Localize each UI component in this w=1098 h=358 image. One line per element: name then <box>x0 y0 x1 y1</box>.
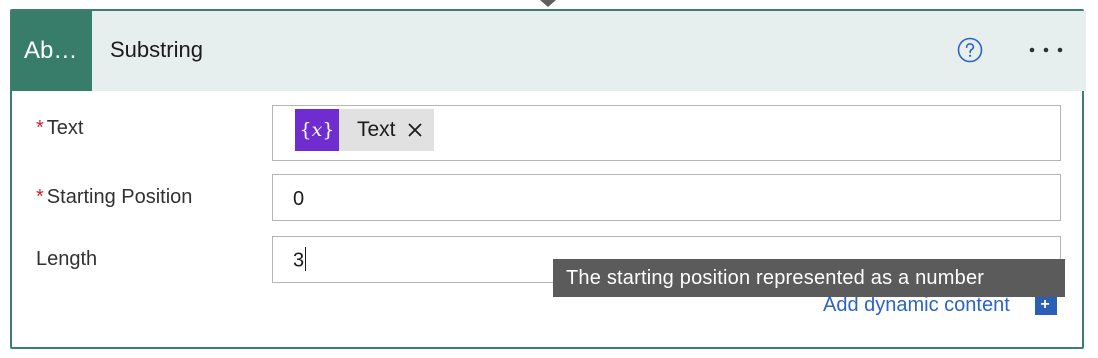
token-label: Text <box>357 118 396 141</box>
variable-icon: {𝑥} <box>295 109 339 151</box>
text-input[interactable]: {𝑥} Text <box>272 105 1061 161</box>
required-mark: * <box>36 186 44 208</box>
starting-position-input[interactable]: 0 <box>272 174 1061 221</box>
length-value-wrapper: 3 <box>293 247 307 273</box>
length-value: 3 <box>293 249 305 272</box>
length-label: Length <box>36 248 98 270</box>
text-field-label: * Text <box>36 117 83 140</box>
card-header[interactable]: Ab… Substring <box>12 11 1086 91</box>
starting-position-value: 0 <box>293 188 305 210</box>
text-label: Text <box>46 117 84 139</box>
tooltip: The starting position represented as a n… <box>553 259 1065 297</box>
starting-position-field-label: * Starting Position <box>36 186 192 209</box>
action-icon: Ab… <box>12 11 92 91</box>
action-title[interactable]: Substring <box>110 37 203 63</box>
more-horizontal-icon[interactable] <box>1026 42 1066 58</box>
starting-position-label: Starting Position <box>46 186 193 208</box>
add-dynamic-content-icon[interactable]: + <box>1035 295 1057 315</box>
help-circle-icon[interactable] <box>957 37 983 63</box>
dynamic-content-token[interactable]: {𝑥} Text <box>295 109 434 151</box>
connector-arrow <box>540 0 556 7</box>
substring-action-card: Ab… Substring * Text {𝑥} Text * Starting… <box>10 9 1086 349</box>
required-mark: * <box>36 117 44 139</box>
add-dynamic-content-link[interactable]: Add dynamic content <box>823 294 1010 317</box>
close-icon[interactable] <box>404 109 434 151</box>
length-field-label: Length <box>36 248 97 271</box>
text-caret <box>305 247 307 271</box>
